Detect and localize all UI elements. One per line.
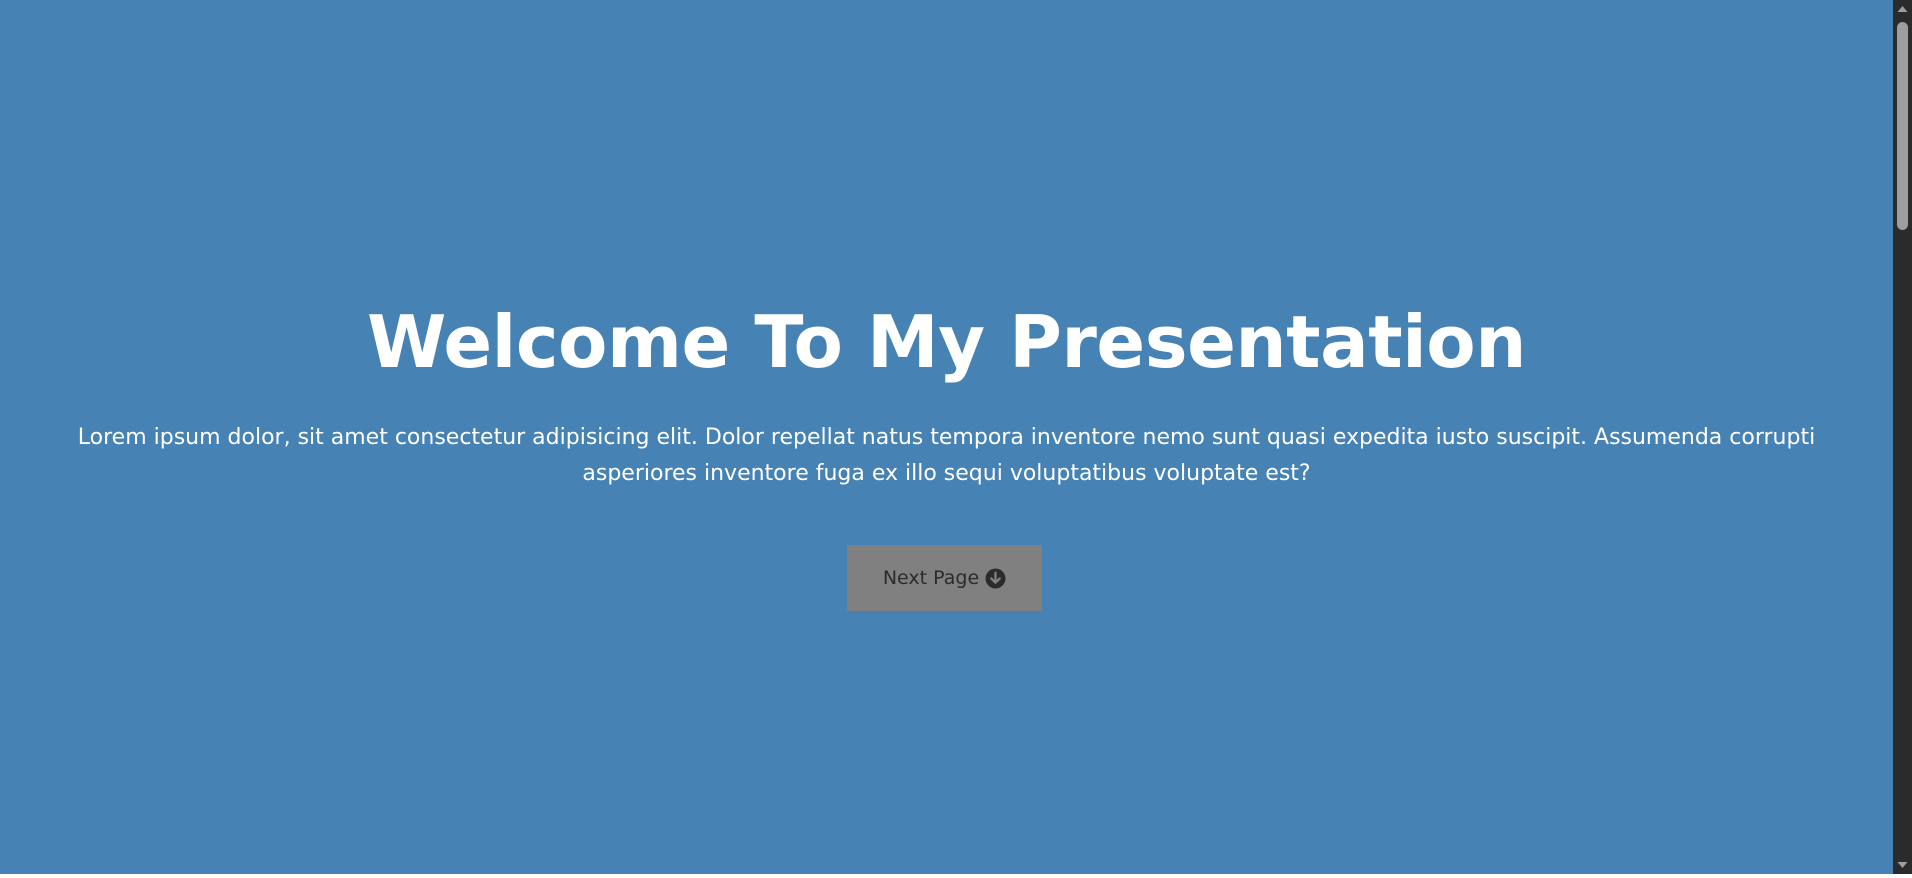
hero-section: Welcome To My Presentation Lorem ipsum d… — [0, 0, 1893, 874]
page-viewport: Welcome To My Presentation Lorem ipsum d… — [0, 0, 1893, 874]
arrow-circle-down-icon — [985, 568, 1006, 589]
hero-description: Lorem ipsum dolor, sit amet consectetur … — [77, 425, 1816, 486]
next-page-button-label: Next Page — [882, 567, 980, 589]
page-title: Welcome To My Presentation — [366, 300, 1527, 384]
vertical-scrollbar[interactable] — [1893, 0, 1912, 874]
next-page-button[interactable]: Next Page — [847, 545, 1042, 611]
scroll-down-arrow-icon[interactable] — [1893, 855, 1912, 874]
scroll-up-arrow-icon[interactable] — [1893, 0, 1912, 19]
scrollbar-thumb[interactable] — [1897, 22, 1908, 230]
